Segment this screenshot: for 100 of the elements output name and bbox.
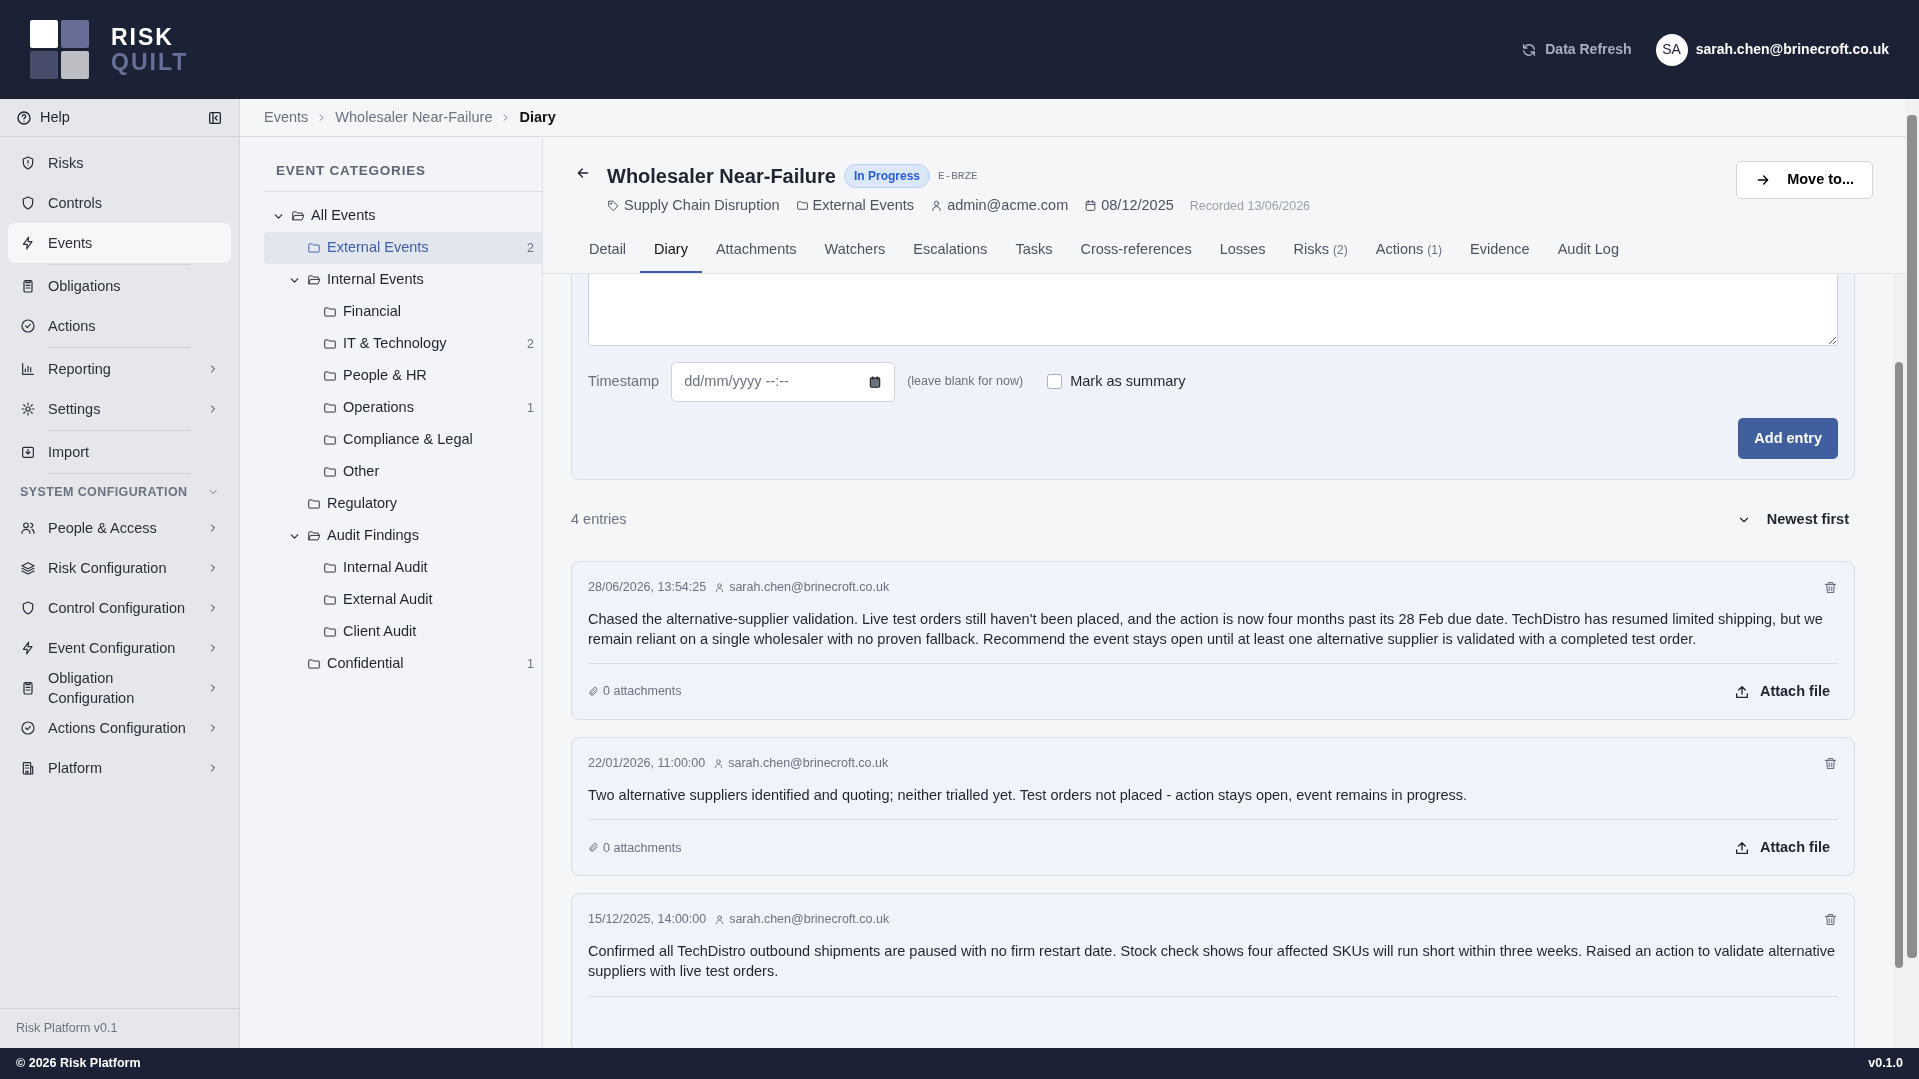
shield-alert-icon xyxy=(20,155,36,171)
section-header[interactable]: SYSTEM CONFIGURATION xyxy=(8,475,231,508)
tab[interactable]: Audit Log xyxy=(1543,230,1633,273)
nav-item[interactable]: Obligation Configuration xyxy=(8,667,231,709)
delete-button[interactable] xyxy=(1823,912,1838,928)
tree-item[interactable]: Client Audit xyxy=(264,616,542,649)
tree-item[interactable]: Other xyxy=(264,456,542,489)
tree-item[interactable]: People & HR xyxy=(264,360,542,393)
event-code: E-BRZE xyxy=(938,168,978,184)
nav-item[interactable]: Obligations xyxy=(8,266,231,306)
tree-item[interactable]: All Events xyxy=(264,200,542,233)
delete-button[interactable] xyxy=(1823,579,1838,595)
event-meta: 08/12/2025 xyxy=(1084,195,1174,217)
status-badge: In Progress xyxy=(843,164,930,188)
event-title: Wholesaler Near-Failure xyxy=(607,164,836,189)
user-email[interactable]: sarah.chen@brinecroft.co.uk xyxy=(1695,39,1889,60)
delete-button[interactable] xyxy=(1823,756,1838,772)
entry-text: Two alternative suppliers identified and quoting; neither trialled yet. Test orders not placed - action stays open, event remains in progress. xyxy=(588,786,1469,806)
breadcrumb-item[interactable]: Wholesaler Near-Failure xyxy=(335,106,493,129)
tree-item[interactable]: IT & Technology 2 xyxy=(264,328,542,361)
version-text: Risk Platform v0.1 xyxy=(16,1021,118,1036)
tree-item[interactable]: Financial xyxy=(264,296,542,329)
scrollbar[interactable] xyxy=(1893,273,1905,1048)
add-entry-button[interactable]: Add entry xyxy=(1738,417,1838,460)
tree-item[interactable]: Internal Events xyxy=(264,264,542,297)
user-icon xyxy=(713,758,725,770)
tree-item[interactable]: Operations 1 xyxy=(264,392,542,425)
attach-file-button[interactable]: Attach file xyxy=(1725,680,1838,703)
tab[interactable]: Detail xyxy=(575,230,641,273)
recorded-date: Recorded 13/06/2026 xyxy=(1189,197,1311,215)
nav-item[interactable]: People & Access xyxy=(8,507,231,548)
summary-checkbox[interactable] xyxy=(1047,374,1063,389)
nav-item[interactable]: Risks xyxy=(8,143,231,183)
nav-item[interactable]: Controls xyxy=(8,183,231,223)
tab[interactable]: Actions (1) xyxy=(1361,230,1457,273)
folder-icon xyxy=(323,625,337,640)
data-refresh-button[interactable]: Data Refresh xyxy=(1521,39,1632,60)
nav-item[interactable]: Event Configuration xyxy=(8,627,231,668)
sort-button[interactable]: Newest first xyxy=(1730,508,1855,532)
tab[interactable]: Cross-references xyxy=(1066,230,1206,273)
tree-item[interactable]: Confidential 1 xyxy=(264,648,542,681)
attach-file-button[interactable]: Attach file xyxy=(1725,837,1838,859)
scrollbar[interactable] xyxy=(1905,99,1919,1048)
collapse-sidebar-button[interactable] xyxy=(207,109,223,126)
folder-icon xyxy=(307,241,321,256)
upload-icon xyxy=(1733,839,1750,856)
entry-timestamp: 15/12/2025, 14:00:00 xyxy=(588,911,707,929)
nav-item[interactable]: Events xyxy=(8,223,231,263)
attachment-count: 0 attachments xyxy=(588,682,682,702)
tree-item[interactable]: Regulatory xyxy=(264,488,542,521)
shield-icon xyxy=(20,195,36,211)
breadcrumb-item[interactable]: Events xyxy=(264,106,309,129)
panel-title: EVENT CATEGORIES xyxy=(276,163,426,178)
trash-icon xyxy=(1823,756,1838,772)
nav-item[interactable]: Actions xyxy=(8,306,231,346)
hint-text: (leave blank for now) xyxy=(907,373,1024,391)
logo-text: RISK xyxy=(111,25,175,50)
trash-icon xyxy=(1823,912,1838,928)
breadcrumb-item: Diary xyxy=(519,107,556,127)
folder-icon xyxy=(323,369,337,384)
tree-item[interactable]: Audit Findings xyxy=(264,520,542,553)
help-link[interactable]: Help xyxy=(16,106,70,129)
folder-icon xyxy=(323,401,337,416)
tab[interactable]: Attachments xyxy=(701,230,811,273)
folder-icon xyxy=(307,657,321,672)
bar-chart-icon xyxy=(20,361,36,377)
user-icon xyxy=(930,199,944,213)
nav-item[interactable]: Reporting xyxy=(8,349,231,389)
tab[interactable]: Evidence xyxy=(1456,230,1544,273)
entry-text: Confirmed all TechDistro outbound shipments are paused with no firm restart date. Stock check shows four affected SKUs will run short within three weeks. Raised an action to validate alternative suppliers with live test orders. xyxy=(588,942,1837,982)
entries-count: 4 entries xyxy=(571,510,627,530)
copyright-text: © 2026 Risk Platform xyxy=(16,1055,141,1073)
tab[interactable]: Risks (2) xyxy=(1279,230,1362,273)
tree-item[interactable]: Internal Audit xyxy=(264,552,542,585)
nav-item[interactable]: Import xyxy=(8,432,231,472)
folder-icon xyxy=(307,497,321,512)
folder-icon xyxy=(323,305,337,320)
nav-item[interactable]: Platform xyxy=(8,748,231,789)
tree-item[interactable]: External Audit xyxy=(264,584,542,617)
move-button[interactable]: Move to... xyxy=(1736,161,1873,199)
nav-item[interactable]: Actions Configuration xyxy=(8,708,231,749)
tree-item[interactable]: Compliance & Legal xyxy=(264,424,542,457)
timestamp-field[interactable]: dd/mm/yyyy --:-- xyxy=(671,361,896,402)
avatar[interactable]: SA xyxy=(1655,33,1688,66)
tab[interactable]: Tasks xyxy=(1001,230,1067,273)
sidebar-collapse-icon xyxy=(207,109,223,126)
tree-item[interactable]: External Events 2 xyxy=(264,232,542,265)
nav-item[interactable]: Settings xyxy=(8,389,231,429)
nav-item[interactable]: Risk Configuration xyxy=(8,547,231,588)
tab[interactable]: Escalations xyxy=(899,230,1002,273)
nav-item[interactable]: Control Configuration xyxy=(8,587,231,628)
user-icon xyxy=(714,581,726,593)
tab[interactable]: Losses xyxy=(1205,230,1280,273)
event-meta: External Events xyxy=(795,195,915,217)
event-meta: Supply Chain Disruption xyxy=(607,195,780,217)
tab[interactable]: Watchers xyxy=(810,230,900,273)
tab[interactable]: Diary xyxy=(640,230,702,273)
check-circle-icon xyxy=(20,318,36,334)
back-button[interactable] xyxy=(575,165,591,181)
logo-text: QUILT xyxy=(111,49,189,74)
